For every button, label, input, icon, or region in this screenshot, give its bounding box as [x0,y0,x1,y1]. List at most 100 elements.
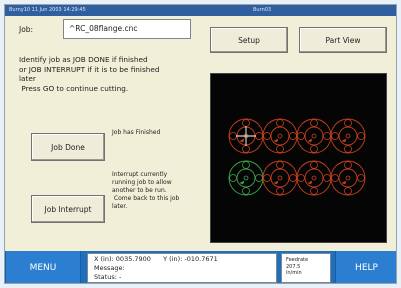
part-r1c3-bolt-hole-1 [310,119,318,127]
part-r1c3-outer-circle [296,118,332,154]
part-r1c3-center-hole [311,133,317,139]
part-r2c1-bolt-hole-4 [229,174,237,182]
part-r2c4-bolt-hole-1 [344,161,352,169]
part-view-canvas[interactable] [210,73,387,243]
interrupt-note: Interrupt currently running job to allow… [112,171,179,211]
part-r1c4-outer-circle [330,118,366,154]
message-line-3: later [19,74,36,83]
part-r1c4-bolt-hole-2 [357,132,365,140]
part-r2c3-bolt-hole-3 [310,187,318,195]
part-r1c4-bolt-hole-4 [331,132,339,140]
status-value: - [118,273,122,281]
part-r2c2-lead-in-arrow [273,180,279,185]
job-interrupt-button-label: Job Interrupt [44,204,92,214]
part-r2c1-inner-circle [236,168,256,188]
part-r2c3-bolt-hole-2 [323,174,331,182]
part-r2c3-inner-circle [304,168,324,188]
status-label: Status: [94,273,117,281]
title-left-text: Burny10 11 Jun 2003 14:29:45 [9,7,86,13]
part-r1c3-inner-circle [304,126,324,146]
part-r2c1-bolt-hole-1 [242,161,250,169]
part-r1c2-bolt-hole-1 [276,119,284,127]
interrupt-note-line-4: Come back to this job [112,195,180,202]
title-right-text: Burn03 [253,7,272,13]
interrupt-note-line-3: another to be run. [112,187,167,194]
part-r2c2-bolt-hole-4 [263,174,271,182]
cnc-screen: Burny10 11 Jun 2003 14:29:45 Burn03 Job:… [4,4,397,284]
part-r2c1-bolt-hole-3 [242,187,250,195]
part-r1c4-lead-in-arrow [341,138,347,143]
message-line-1: Identify job as JOB DONE if finished [19,55,148,64]
help-button-label: HELP [355,263,378,273]
job-interrupt-button[interactable]: Job Interrupt [31,195,105,223]
part-r2c3-bolt-hole-4 [297,174,305,182]
part-r1c4-center-hole [345,133,351,139]
menu-button-label: MENU [29,263,57,273]
menu-button[interactable]: MENU [5,251,81,283]
job-done-button-label: Job Done [51,142,85,152]
x-position-value: 0035.7900 [115,255,151,263]
part-r1c1-bolt-hole-2 [255,132,263,140]
part-r2c3-outer-circle [296,160,332,196]
part-r1c2-bolt-hole-2 [289,132,297,140]
interrupt-note-line-2: running job to allow [112,179,172,186]
part-r2c4-inner-circle [338,168,358,188]
nested-parts-graphic [228,118,366,196]
part-r2c2-bolt-hole-1 [276,161,284,169]
part-r1c4-inner-circle [338,126,358,146]
part-r1c4-bolt-hole-1 [344,119,352,127]
part-r2c2-inner-circle [270,168,290,188]
part-r2c1-outer-circle [228,160,264,196]
part-r2c1-bolt-hole-2 [255,174,263,182]
job-done-button[interactable]: Job Done [31,133,105,161]
part-r1c1-bolt-hole-3 [242,145,250,153]
part-r2c3-bolt-hole-1 [310,161,318,169]
instruction-message: Identify job as JOB DONE if finished or … [19,55,195,93]
part-r2c2-bolt-hole-3 [276,187,284,195]
part-r2c1-lead-in-arrow [239,180,245,185]
bottom-bar: MENU X (in): 0035.7900 Y (in): -010.7671… [5,251,396,283]
part-r2c2-bolt-hole-2 [289,174,297,182]
part-r2c3-lead-in-arrow [307,180,313,185]
job-label: Job: [19,25,34,34]
part-view-button[interactable]: Part View [299,27,387,53]
part-r1c3-bolt-hole-4 [297,132,305,140]
y-position-label: Y (in): [163,255,183,263]
message-label: Message: [94,264,125,272]
part-r1c2-bolt-hole-4 [263,132,271,140]
part-r1c2-center-hole [277,133,283,139]
part-r1c1-lead-in-arrow [239,138,245,143]
help-button[interactable]: HELP [335,251,396,283]
message-line-4: Press GO to continue cutting. [19,83,129,93]
part-r1c3-bolt-hole-2 [323,132,331,140]
part-r2c4-bolt-hole-3 [344,187,352,195]
y-position-value: -010.7671 [184,255,218,263]
part-r2c4-center-hole [345,175,351,181]
part-r2c2-center-hole [277,175,283,181]
part-view-button-label: Part View [325,35,361,45]
part-r1c2-inner-circle [270,126,290,146]
job-done-note: Job has Finished [112,129,161,136]
part-r2c4-lead-in-arrow [341,180,347,185]
job-name-field[interactable]: ^RC_08flange.cnc [63,19,191,39]
feedrate-panel: Feedrate 207.5 in/min [281,253,331,283]
part-r1c1-bolt-hole-1 [242,119,250,127]
part-r2c3-center-hole [311,175,317,181]
part-r2c4-bolt-hole-2 [357,174,365,182]
part-r1c4-bolt-hole-3 [344,145,352,153]
part-r1c2-lead-in-arrow [273,138,279,143]
status-panel: X (in): 0035.7900 Y (in): -010.7671 Mess… [87,253,277,283]
title-bar: Burny10 11 Jun 2003 14:29:45 Burn03 [5,5,396,16]
part-r1c2-outer-circle [262,118,298,154]
part-r2c4-outer-circle [330,160,366,196]
x-position-label: X (in): [94,255,114,263]
interrupt-note-line-5: later. [112,203,128,210]
interrupt-note-line-1: Interrupt currently [112,171,168,178]
part-r2c4-bolt-hole-4 [331,174,339,182]
part-r2c1-center-hole [243,175,249,181]
setup-button[interactable]: Setup [210,27,288,53]
part-r2c2-outer-circle [262,160,298,196]
part-r1c2-bolt-hole-3 [276,145,284,153]
part-r1c3-lead-in-arrow [307,138,313,143]
setup-button-label: Setup [238,35,260,45]
